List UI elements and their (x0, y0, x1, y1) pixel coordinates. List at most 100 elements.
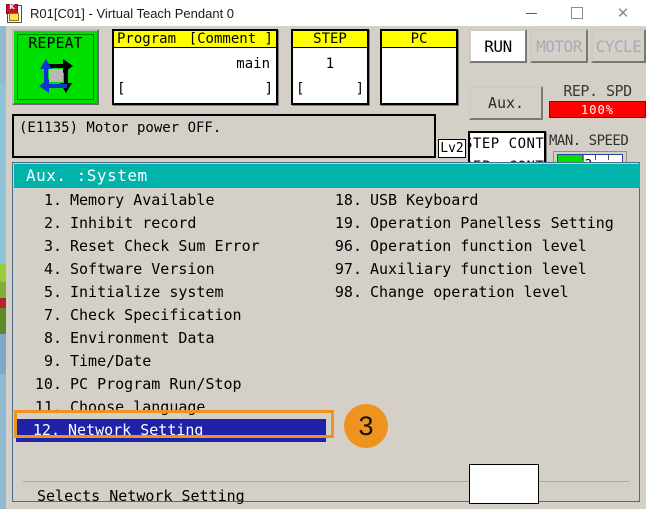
pendant-screen: Aux. :System 1. Memory Available 2. Inhibit… (12, 162, 640, 502)
menu-item-label: Inhibit record (70, 214, 196, 232)
menu-item-number: 96. (332, 235, 362, 258)
window-controls: ✕ (508, 0, 646, 26)
menu-item-label: PC Program Run/Stop (70, 375, 242, 393)
pc-header-label: PC (411, 31, 428, 47)
program-bracket-right: ] (265, 81, 273, 101)
minimize-button[interactable] (508, 0, 554, 26)
program-header-left: Program (117, 31, 176, 47)
error-message-text: (E1135) Motor power OFF. (14, 116, 434, 138)
motor-status-button[interactable]: MOTOR (530, 29, 588, 63)
menu-item-number: 5. (32, 281, 62, 304)
program-display[interactable]: Program [Comment ] main [ ] (112, 29, 278, 105)
menu-item-number: 97. (332, 258, 362, 281)
menu-item[interactable]: 18.USB Keyboard (330, 189, 614, 212)
program-header: Program [Comment ] (114, 31, 276, 48)
menu-item-label: Time/Date (70, 352, 151, 370)
window-titlebar: K R01[C01] - Virtual Teach Pendant 0 ✕ (0, 0, 646, 27)
menu-item-number: 19. (332, 212, 362, 235)
menu-item-number: 12. (30, 419, 60, 442)
menu-item-number: 1. (32, 189, 62, 212)
step-bracket-row: [ ] (293, 81, 367, 101)
step-header-label: STEP (313, 31, 347, 47)
screen-title: Aux. :System (14, 164, 640, 188)
menu-item-number: 2. (32, 212, 62, 235)
menu-item-label: Operation function level (370, 237, 587, 255)
pc-bracket-row (382, 81, 456, 101)
menu-item[interactable]: 10. PC Program Run/Stop (30, 373, 260, 396)
annotation-step-callout: 3 (344, 404, 388, 448)
step-value: 1 (293, 48, 367, 81)
status-row: REPEAT (6, 26, 646, 110)
repeat-loop-icon (35, 57, 77, 95)
aux-button[interactable]: Aux. (469, 86, 543, 120)
menu-item-label: Auxiliary function level (370, 260, 587, 278)
program-bracket-left: [ (117, 81, 125, 101)
menu-item-label: Change operation level (370, 283, 569, 301)
menu-item[interactable]: 4. Software Version (30, 258, 260, 281)
pc-display[interactable]: PC (380, 29, 458, 105)
close-button[interactable]: ✕ (600, 0, 646, 26)
menu-item-number: 9. (32, 350, 62, 373)
minimize-icon (526, 13, 537, 14)
menu-item[interactable]: 12. Network Setting (16, 419, 326, 442)
menu-item[interactable]: 1. Memory Available (30, 189, 260, 212)
virtual-teach-pendant-window: K R01[C01] - Virtual Teach Pendant 0 ✕ (0, 0, 646, 509)
step-bracket-left: [ (296, 81, 304, 101)
repeat-mode-label: REPEAT (14, 35, 97, 51)
repeat-speed-value: 100% (549, 101, 646, 118)
menu-item[interactable]: 11. Choose language (30, 396, 260, 419)
menu-item[interactable]: 7. Check Specification (30, 304, 260, 327)
menu-item-number: 4. (32, 258, 62, 281)
step-header: STEP (293, 31, 367, 48)
step-display[interactable]: STEP 1 [ ] (291, 29, 369, 105)
cycle-status-button[interactable]: CYCLE (591, 29, 646, 63)
menu-item[interactable]: 5. Initialize system (30, 281, 260, 304)
menu-item-number: 8. (32, 327, 62, 350)
program-comment-row: [ ] (114, 81, 276, 101)
pc-header: PC (382, 31, 456, 48)
menu-item-label: Check Specification (70, 306, 242, 324)
maximize-icon (571, 7, 583, 19)
run-status-button[interactable]: RUN (469, 29, 527, 63)
menu-item-label: Software Version (70, 260, 215, 278)
step-bracket-right: ] (356, 81, 364, 101)
menu-item-label: Environment Data (70, 329, 215, 347)
repeat-speed-label: REP. SPD (549, 82, 646, 100)
menu-item-label: Choose language (70, 398, 205, 416)
menu-item[interactable]: 96. Operation function level (330, 235, 614, 258)
close-icon: ✕ (617, 6, 630, 21)
menu-item-number: 3. (32, 235, 62, 258)
pc-value (382, 48, 456, 81)
menu-item-label: Memory Available (70, 191, 215, 209)
menu-item-number: 10. (32, 373, 62, 396)
menu-column-right: 18.USB Keyboard19. Operation Panelless Se… (330, 189, 614, 304)
menu-item-label: Operation Panelless Setting (370, 214, 614, 232)
menu-item-label: Initialize system (70, 283, 224, 301)
error-message-bar: (E1135) Motor power OFF. (12, 114, 436, 158)
program-name-value: main (114, 48, 276, 81)
menu-item[interactable]: 19. Operation Panelless Setting (330, 212, 614, 235)
maximize-button[interactable] (554, 0, 600, 26)
program-header-right: [Comment ] (189, 31, 273, 47)
step-cont-label: STEP CONT. (468, 133, 544, 156)
menu-item[interactable]: 8. Environment Data (30, 327, 260, 350)
pendant-body: REPEAT (0, 26, 646, 509)
menu-item[interactable]: 3. Reset Check Sum Error (30, 235, 260, 258)
menu-item-label: Reset Check Sum Error (70, 237, 260, 255)
menu-item[interactable]: 97. Auxiliary function level (330, 258, 614, 281)
repeat-speed-group: REP. SPD 100% (549, 82, 646, 118)
screen-input-box[interactable] (469, 464, 539, 504)
menu-column-left: 1. Memory Available 2. Inhibit record 3. Rese… (30, 189, 260, 442)
screen-hint-text: Selects Network Setting (37, 485, 245, 507)
menu-item-label: Network Setting (68, 421, 203, 439)
menu-item[interactable]: 98. Change operation level (330, 281, 614, 304)
menu-item-number: 98. (332, 281, 362, 304)
menu-item[interactable]: 2. Inhibit record (30, 212, 260, 235)
menu-item-number: 11. (32, 396, 62, 419)
repeat-mode-button[interactable]: REPEAT (12, 29, 99, 105)
menu-item-number: 18. (332, 189, 362, 212)
menu-item-number: 7. (32, 304, 62, 327)
menu-item[interactable]: 9. Time/Date (30, 350, 260, 373)
error-level-badge: Lv2 (438, 139, 466, 158)
window-title: R01[C01] - Virtual Teach Pendant 0 (30, 6, 234, 21)
